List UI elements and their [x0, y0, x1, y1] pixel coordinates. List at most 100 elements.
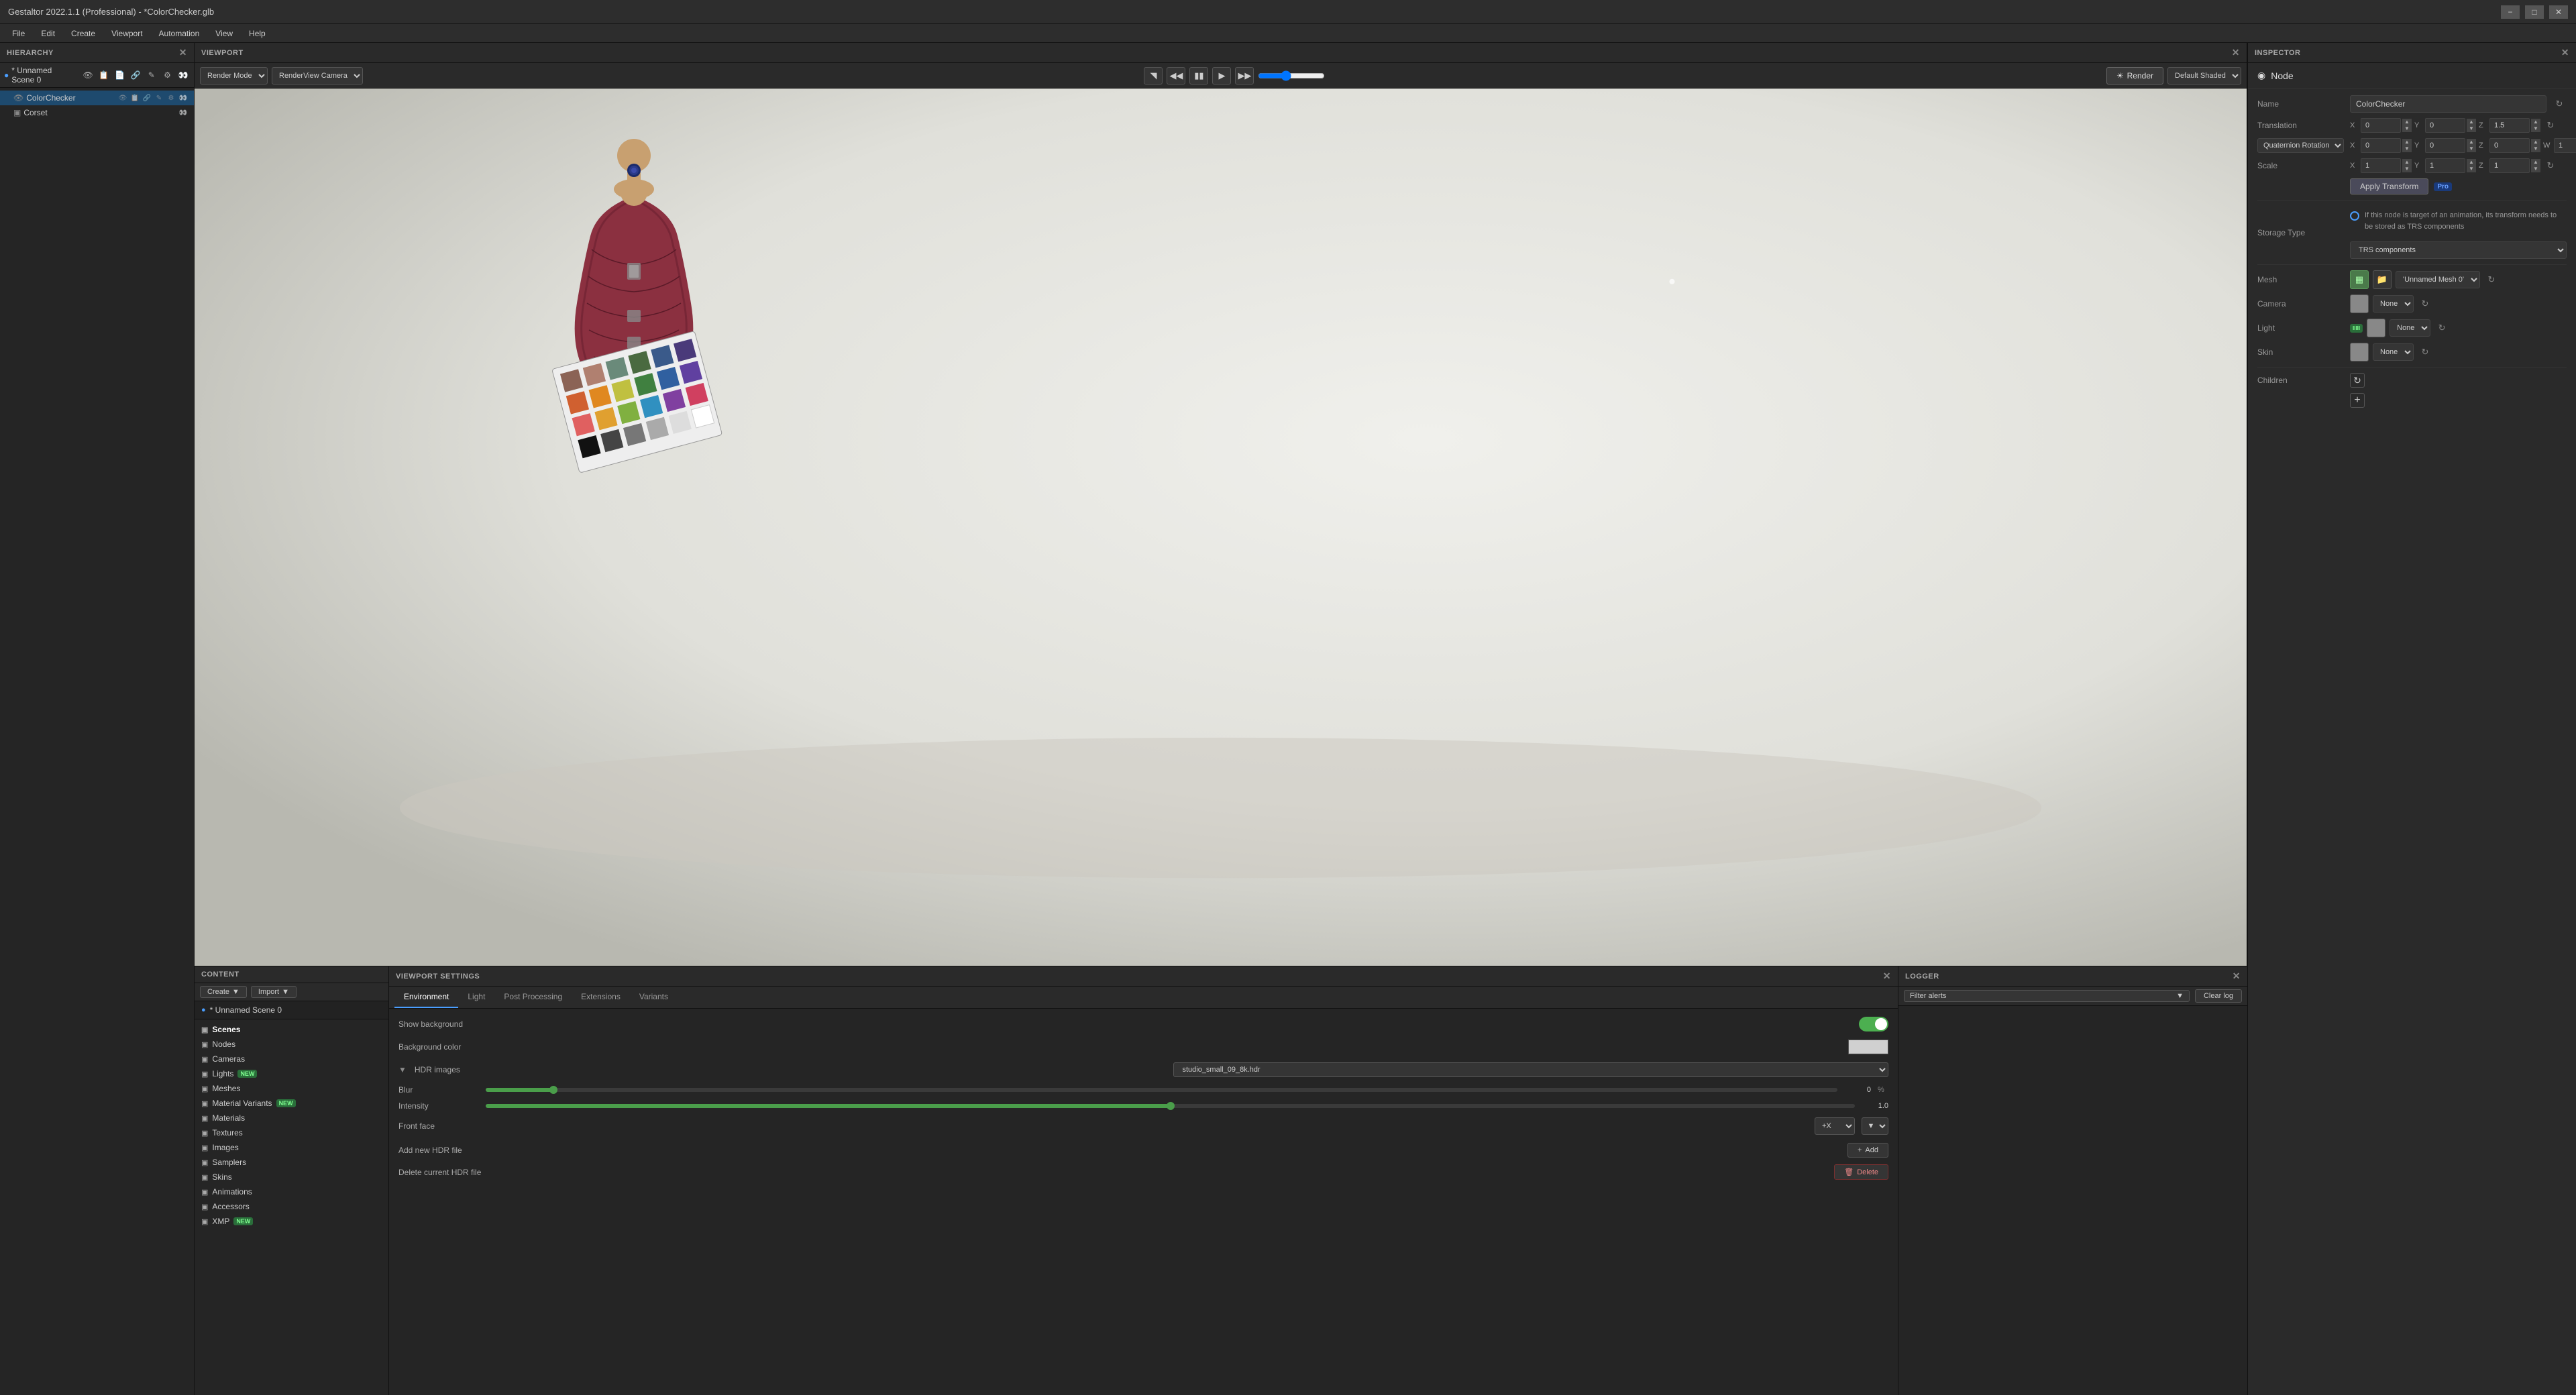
ty-up[interactable]: ▲ — [2467, 119, 2476, 125]
skin-color-box[interactable] — [2350, 343, 2369, 361]
tab-post-processing[interactable]: Post Processing — [494, 987, 572, 1008]
tab-extensions[interactable]: Extensions — [572, 987, 630, 1008]
camera-reset-btn[interactable]: ↻ — [2418, 296, 2432, 311]
add-child-btn[interactable]: + — [2350, 393, 2365, 408]
menu-create[interactable]: Create — [64, 27, 102, 40]
tz-up[interactable]: ▲ — [2531, 119, 2540, 125]
rotation-w-input[interactable] — [2554, 138, 2576, 153]
tree-colorchecker-eye[interactable]: 👁 — [117, 93, 128, 103]
content-item-materials[interactable]: ▣ Materials — [195, 1111, 388, 1125]
shading-mode-select[interactable]: Default Shaded — [2167, 67, 2241, 85]
scale-x-input[interactable] — [2361, 158, 2401, 173]
tree-item-corset[interactable]: ▣ Corset 👀 — [0, 105, 194, 120]
scale-z-input[interactable] — [2489, 158, 2530, 173]
tree-colorchecker-vis[interactable]: 👀 — [178, 93, 189, 103]
delete-hdr-btn[interactable]: 🗑 Delete — [1834, 1164, 1888, 1180]
viewport-next-btn[interactable]: ▶▶ — [1235, 67, 1254, 85]
skin-reset-btn[interactable]: ↻ — [2418, 345, 2432, 359]
content-item-lights[interactable]: ▣ Lights NEW — [195, 1066, 388, 1081]
sz-up[interactable]: ▲ — [2531, 159, 2540, 166]
translation-reset-btn[interactable]: ↻ — [2543, 118, 2558, 133]
apply-transform-btn[interactable]: Apply Transform — [2350, 178, 2428, 194]
content-item-xmp[interactable]: ▣ XMP NEW — [195, 1214, 388, 1229]
logger-filter-dropdown[interactable]: Filter alerts ▼ — [1904, 990, 2190, 1002]
minimize-button[interactable]: − — [2501, 5, 2520, 19]
content-item-scenes[interactable]: ▣ Scenes — [195, 1022, 388, 1037]
show-bg-toggle[interactable] — [1859, 1017, 1888, 1031]
hierarchy-close[interactable]: ✕ — [179, 47, 187, 58]
tree-corset-vis[interactable]: 👀 — [178, 107, 189, 118]
rotation-z-input[interactable] — [2489, 138, 2530, 153]
content-item-meshes[interactable]: ▣ Meshes — [195, 1081, 388, 1096]
sy-up[interactable]: ▲ — [2467, 159, 2476, 166]
translation-y-input[interactable] — [2425, 118, 2465, 133]
content-item-accessors[interactable]: ▣ Accessors — [195, 1199, 388, 1214]
rx-up[interactable]: ▲ — [2402, 139, 2412, 146]
mesh-folder-btn[interactable]: 📁 — [2373, 270, 2392, 289]
translation-x-input[interactable] — [2361, 118, 2401, 133]
tree-item-colorchecker[interactable]: 👁 ColorChecker 👁 📋 🔗 ✎ ⚙ 👀 — [0, 91, 194, 105]
content-item-nodes[interactable]: ▣ Nodes — [195, 1037, 388, 1052]
mesh-icon-btn[interactable]: ▦ — [2350, 270, 2369, 289]
rz-down[interactable]: ▼ — [2531, 146, 2540, 152]
bg-color-swatch[interactable] — [1848, 1040, 1888, 1054]
logger-close[interactable]: ✕ — [2233, 970, 2241, 982]
ry-down[interactable]: ▼ — [2467, 146, 2476, 152]
tree-colorchecker-settings[interactable]: ⚙ — [166, 93, 176, 103]
skin-select[interactable]: None — [2373, 343, 2414, 361]
sx-down[interactable]: ▼ — [2402, 166, 2412, 172]
content-import-btn[interactable]: Import ▼ — [251, 986, 297, 998]
hdr-chevron-icon[interactable]: ▼ — [398, 1065, 407, 1074]
sy-down[interactable]: ▼ — [2467, 166, 2476, 172]
menu-file[interactable]: File — [5, 27, 32, 40]
content-item-samplers[interactable]: ▣ Samplers — [195, 1155, 388, 1170]
camera-color-box[interactable] — [2350, 294, 2369, 313]
name-reset-btn[interactable]: ↻ — [2552, 97, 2567, 111]
hierarchy-paste-btn[interactable]: 📄 — [113, 68, 127, 82]
intensity-thumb[interactable] — [1167, 1102, 1175, 1110]
menu-view[interactable]: View — [209, 27, 239, 40]
mesh-select[interactable]: 'Unnamed Mesh 0' — [2396, 271, 2480, 288]
storage-select[interactable]: TRS components — [2350, 241, 2567, 259]
tab-variants[interactable]: Variants — [630, 987, 678, 1008]
sx-up[interactable]: ▲ — [2402, 159, 2412, 166]
rotation-type-select[interactable]: Quaternion Rotation — [2257, 138, 2344, 153]
tree-colorchecker-edit[interactable]: ✎ — [154, 93, 164, 103]
hierarchy-copy-btn[interactable]: 📋 — [97, 68, 111, 82]
content-item-cameras[interactable]: ▣ Cameras — [195, 1052, 388, 1066]
camera-select[interactable]: RenderView Camera — [272, 67, 363, 85]
render-mode-select[interactable]: Render Mode — [200, 67, 268, 85]
sz-down[interactable]: ▼ — [2531, 166, 2540, 172]
content-item-skins[interactable]: ▣ Skins — [195, 1170, 388, 1184]
maximize-button[interactable]: □ — [2525, 5, 2544, 19]
rotation-x-input[interactable] — [2361, 138, 2401, 153]
timeline-scrubber[interactable] — [1258, 70, 1325, 81]
viewport-play-btn[interactable]: ▶ — [1212, 67, 1231, 85]
rz-up[interactable]: ▲ — [2531, 139, 2540, 146]
mesh-reset-btn[interactable]: ↻ — [2484, 272, 2499, 287]
viewport-scene-btn[interactable]: ◥ — [1144, 67, 1163, 85]
hierarchy-vis-btn[interactable]: 👀 — [176, 68, 190, 82]
front-face-dropdown[interactable]: ▼ — [1862, 1117, 1888, 1135]
camera-select[interactable]: None — [2373, 295, 2414, 313]
tab-environment[interactable]: Environment — [394, 987, 458, 1008]
viewport-prev-btn[interactable]: ◀◀ — [1167, 67, 1185, 85]
hierarchy-eye-btn[interactable]: 👁 — [81, 68, 95, 82]
menu-viewport[interactable]: Viewport — [105, 27, 149, 40]
hierarchy-settings-btn[interactable]: ⚙ — [161, 68, 174, 82]
menu-automation[interactable]: Automation — [152, 27, 207, 40]
light-color-box[interactable] — [2367, 319, 2385, 337]
tx-up[interactable]: ▲ — [2402, 119, 2412, 125]
logger-clear-btn[interactable]: Clear log — [2195, 989, 2242, 1003]
scale-reset-btn[interactable]: ↻ — [2543, 158, 2558, 173]
blur-thumb[interactable] — [549, 1086, 557, 1094]
light-reset-btn[interactable]: ↻ — [2434, 321, 2449, 335]
light-select[interactable]: None — [2390, 319, 2430, 337]
content-item-animations[interactable]: ▣ Animations — [195, 1184, 388, 1199]
ry-up[interactable]: ▲ — [2467, 139, 2476, 146]
content-item-material-variants[interactable]: ▣ Material Variants NEW — [195, 1096, 388, 1111]
storage-radio[interactable] — [2350, 211, 2359, 221]
hdr-file-select[interactable]: studio_small_09_8k.hdr — [1173, 1062, 1888, 1077]
render-button[interactable]: ☀ Render — [2106, 67, 2163, 85]
scale-y-input[interactable] — [2425, 158, 2465, 173]
